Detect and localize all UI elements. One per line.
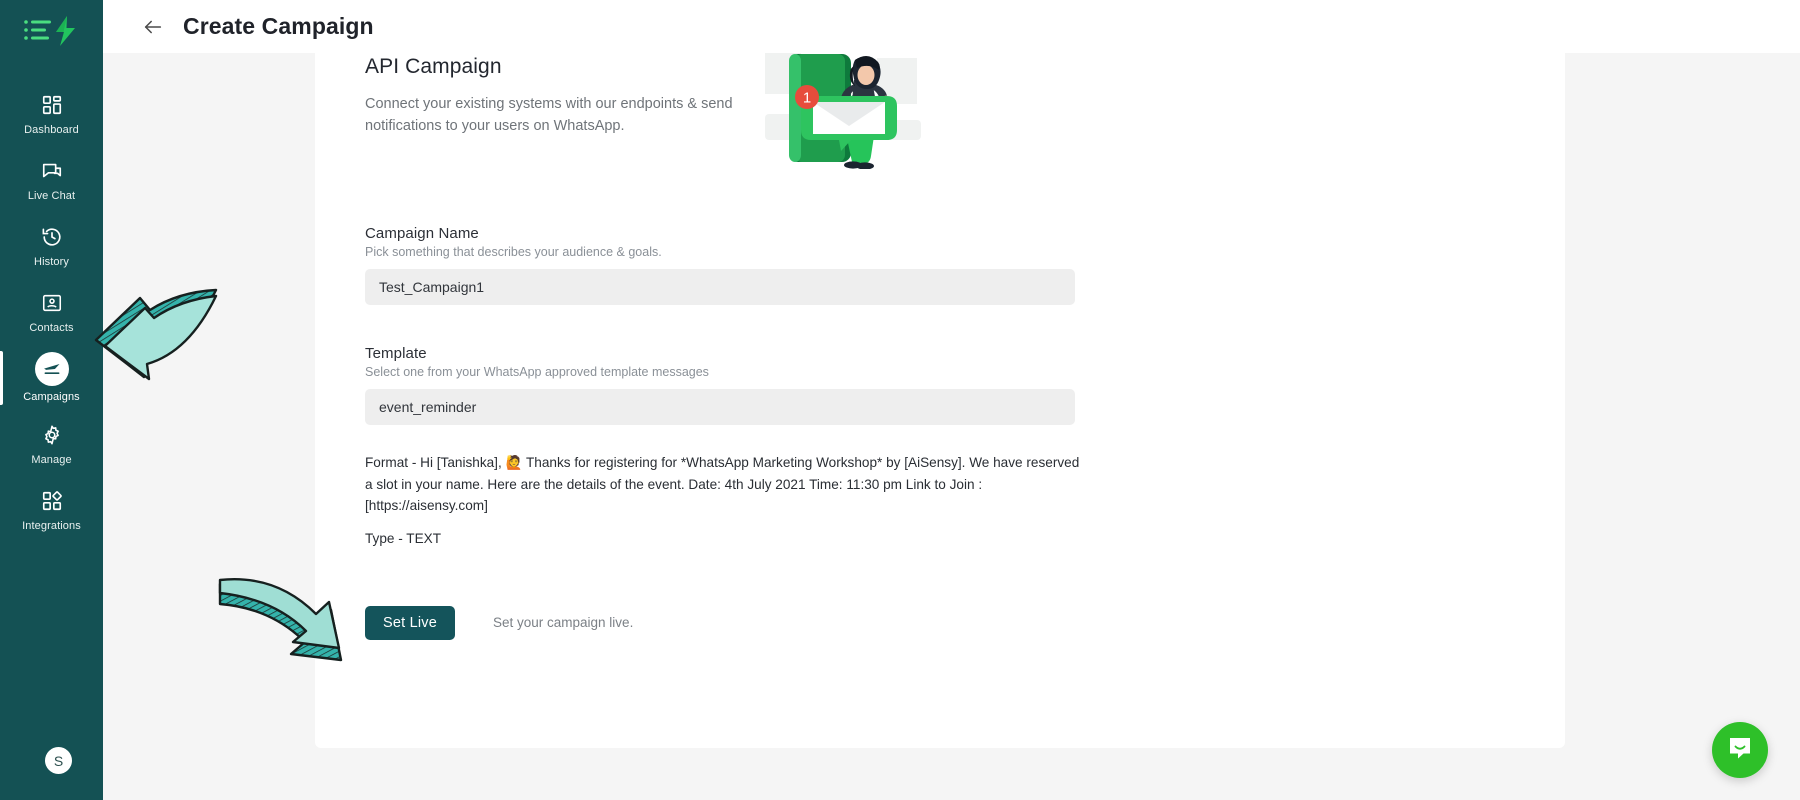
set-live-button[interactable]: Set Live xyxy=(365,605,455,640)
sidebar: Dashboard Live Chat History Contacts Cam… xyxy=(0,0,103,800)
sidebar-item-history[interactable]: History xyxy=(0,213,103,279)
dashboard-grid-icon xyxy=(38,91,66,119)
list-lightning-logo-icon xyxy=(23,16,75,46)
arrow-left-icon[interactable] xyxy=(141,15,165,39)
chat-bubbles-icon xyxy=(38,157,66,185)
page-title: Create Campaign xyxy=(183,13,374,39)
sidebar-nav: Dashboard Live Chat History Contacts Cam… xyxy=(0,81,103,543)
sidebar-item-label: Live Chat xyxy=(27,190,76,202)
svg-text:1: 1 xyxy=(803,90,811,107)
contact-card-icon xyxy=(38,289,66,317)
template-label: Template xyxy=(365,345,427,362)
brand-logo[interactable] xyxy=(17,11,87,51)
campaign-name-field-group: Campaign Name Pick something that descri… xyxy=(365,225,1075,305)
app-root: Dashboard Live Chat History Contacts Cam… xyxy=(0,0,1800,800)
set-live-hint: Set your campaign live. xyxy=(493,615,634,630)
sidebar-item-label: Integrations xyxy=(22,520,81,532)
sidebar-item-label: Campaigns xyxy=(23,391,80,403)
main-content: API Campaign Connect your existing syste… xyxy=(103,53,1800,800)
sidebar-item-campaigns[interactable]: Campaigns xyxy=(0,345,103,411)
campaign-type-description: Connect your existing systems with our e… xyxy=(365,96,733,134)
template-hint: Select one from your WhatsApp approved t… xyxy=(365,365,709,379)
template-type-text: Type - TEXT xyxy=(365,530,442,546)
sidebar-item-contacts[interactable]: Contacts xyxy=(0,279,103,345)
campaign-card: API Campaign Connect your existing syste… xyxy=(315,53,1565,748)
template-select-input[interactable] xyxy=(365,389,1075,425)
sidebar-item-dashboard[interactable]: Dashboard xyxy=(0,81,103,147)
campaign-name-hint: Pick something that describes your audie… xyxy=(365,245,662,259)
chat-smile-bubble-icon xyxy=(1726,734,1754,767)
template-field-group: Template Select one from your WhatsApp a… xyxy=(365,345,1075,425)
campaign-type-intro: API Campaign Connect your existing syste… xyxy=(365,53,1075,185)
sidebar-item-label: History xyxy=(34,256,69,268)
action-row: Set Live Set your campaign live. xyxy=(365,605,1075,640)
sidebar-item-integrations[interactable]: Integrations xyxy=(0,477,103,543)
puzzle-grid-icon xyxy=(38,487,66,515)
campaign-name-input[interactable] xyxy=(365,269,1075,305)
gear-icon xyxy=(38,421,66,449)
sidebar-item-label: Manage xyxy=(31,454,72,466)
paper-plane-icon xyxy=(34,352,69,386)
intercom-chat-launcher[interactable] xyxy=(1712,722,1768,778)
page-header: Create Campaign xyxy=(103,0,1800,53)
sidebar-item-label: Dashboard xyxy=(24,124,79,136)
campaign-type-title: API Campaign xyxy=(365,55,502,78)
sidebar-item-live-chat[interactable]: Live Chat xyxy=(0,147,103,213)
campaign-name-label: Campaign Name xyxy=(365,225,479,242)
sidebar-item-label: Contacts xyxy=(29,322,74,334)
template-format-text: Format - Hi [Tanishka], 🙋 Thanks for reg… xyxy=(365,455,1080,513)
avatar-initial: S xyxy=(53,752,64,769)
woman-with-phone-notification-illustration: 1 xyxy=(759,53,929,170)
sidebar-item-manage[interactable]: Manage xyxy=(0,411,103,477)
clock-rewind-icon xyxy=(38,223,66,251)
avatar[interactable]: S xyxy=(45,747,72,774)
